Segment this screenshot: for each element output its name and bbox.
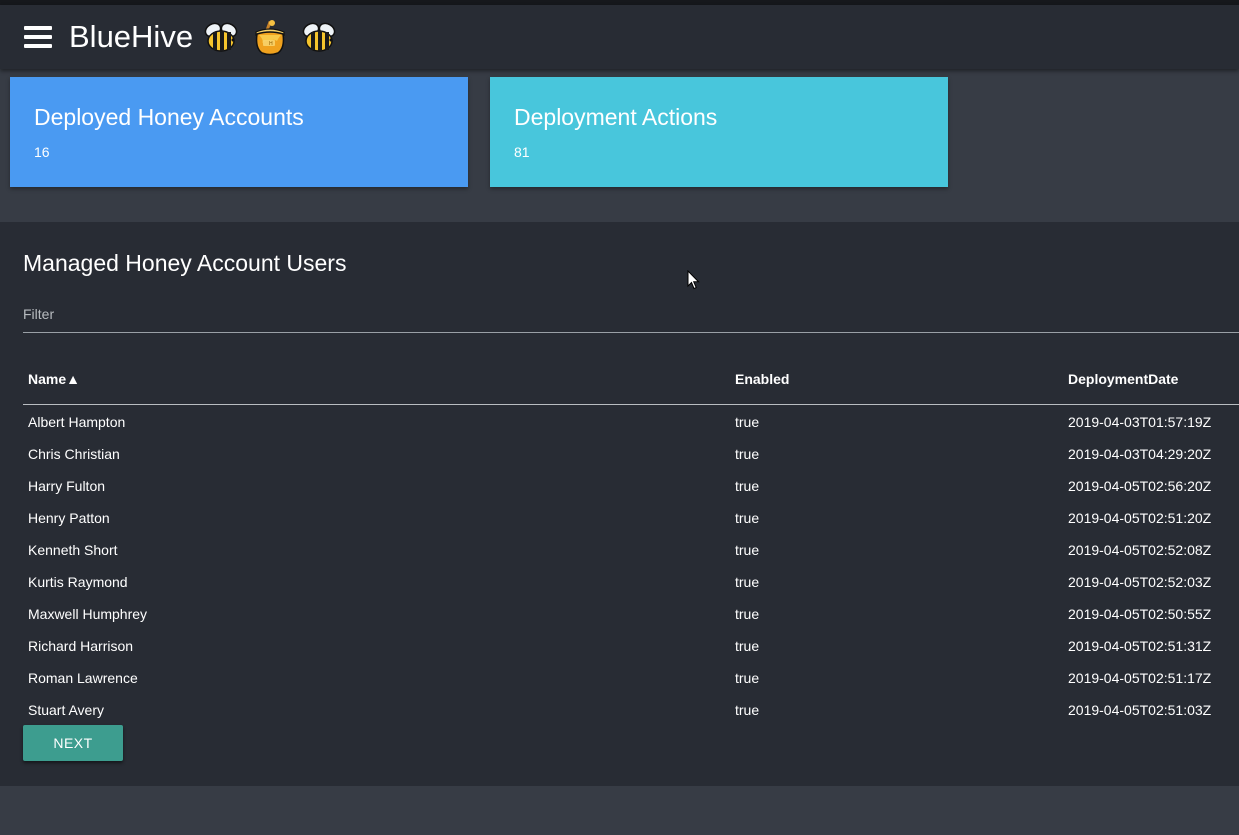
table-row[interactable]: Kenneth Short true 2019-04-05T02:52:08Z	[23, 534, 1239, 566]
deployed-honey-accounts-card[interactable]: Deployed Honey Accounts 16	[10, 77, 468, 187]
card-title: Deployment Actions	[514, 104, 718, 130]
cell-enabled: true	[735, 574, 760, 590]
honey-pot-icon: H	[255, 20, 285, 56]
cell-name: Chris Christian	[28, 446, 120, 462]
cell-enabled: true	[735, 702, 760, 718]
card-value: 16	[34, 144, 50, 160]
cell-enabled: true	[735, 478, 760, 494]
table-row[interactable]: Richard Harrison true 2019-04-05T02:51:3…	[23, 630, 1239, 662]
cell-name: Richard Harrison	[28, 638, 134, 654]
cell-name: Stuart Avery	[28, 702, 105, 718]
table-row[interactable]: Stuart Avery true 2019-04-05T02:51:03Z	[23, 694, 1239, 726]
cell-deployment-date: 2019-04-05T02:52:03Z	[1068, 574, 1212, 590]
cell-name: Albert Hampton	[28, 414, 126, 430]
cell-enabled: true	[735, 670, 760, 686]
cell-deployment-date: 2019-04-05T02:51:03Z	[1068, 702, 1212, 718]
cell-name: Kenneth Short	[28, 542, 118, 558]
cell-enabled: true	[735, 446, 760, 462]
table-row[interactable]: Roman Lawrence true 2019-04-05T02:51:17Z	[23, 662, 1239, 694]
filter-input[interactable]	[23, 300, 1239, 328]
panel-title: Managed Honey Account Users	[23, 250, 347, 276]
next-page-button[interactable]: NEXT	[23, 725, 123, 761]
table-row[interactable]: Henry Patton true 2019-04-05T02:51:20Z	[23, 502, 1239, 534]
cell-enabled: true	[735, 414, 760, 430]
cell-enabled: true	[735, 606, 760, 622]
cell-name: Harry Fulton	[28, 478, 106, 494]
cell-deployment-date: 2019-04-03T01:57:19Z	[1068, 414, 1212, 430]
cell-name: Roman Lawrence	[28, 670, 138, 686]
column-header-enabled[interactable]: Enabled	[735, 370, 789, 388]
table-row[interactable]: Maxwell Humphrey true 2019-04-05T02:50:5…	[23, 598, 1239, 630]
managed-users-panel: Managed Honey Account Users Name▲ Enable…	[0, 222, 1239, 786]
bee-icon	[204, 22, 238, 52]
cell-name: Henry Patton	[28, 510, 110, 526]
app-title: BlueHive	[69, 19, 194, 54]
table-header-divider	[23, 404, 1239, 405]
cell-enabled: true	[735, 638, 760, 654]
svg-text:H: H	[269, 41, 273, 47]
cell-name: Maxwell Humphrey	[28, 606, 148, 622]
mouse-pointer-icon	[687, 270, 700, 290]
card-title: Deployed Honey Accounts	[34, 104, 304, 130]
cell-deployment-date: 2019-04-05T02:50:55Z	[1068, 606, 1212, 622]
deployment-actions-card[interactable]: Deployment Actions 81	[490, 77, 948, 187]
hamburger-menu-icon[interactable]	[24, 25, 52, 49]
cell-deployment-date: 2019-04-03T04:29:20Z	[1068, 446, 1212, 462]
table-row[interactable]: Harry Fulton true 2019-04-05T02:56:20Z	[23, 470, 1239, 502]
column-header-deploymentdate[interactable]: DeploymentDate	[1068, 370, 1178, 388]
cell-deployment-date: 2019-04-05T02:51:31Z	[1068, 638, 1212, 654]
bee-icon	[302, 22, 336, 52]
cell-enabled: true	[735, 542, 760, 558]
cell-deployment-date: 2019-04-05T02:52:08Z	[1068, 542, 1212, 558]
cell-deployment-date: 2019-04-05T02:56:20Z	[1068, 478, 1212, 494]
cell-enabled: true	[735, 510, 760, 526]
table-row[interactable]: Albert Hampton true 2019-04-03T01:57:19Z	[23, 406, 1239, 438]
cell-deployment-date: 2019-04-05T02:51:20Z	[1068, 510, 1212, 526]
table-row[interactable]: Chris Christian true 2019-04-03T04:29:20…	[23, 438, 1239, 470]
app-bar: BlueHive H	[0, 5, 1239, 69]
filter-field[interactable]	[23, 300, 1239, 333]
cell-deployment-date: 2019-04-05T02:51:17Z	[1068, 670, 1212, 686]
card-value: 81	[514, 144, 530, 160]
table-row[interactable]: Kurtis Raymond true 2019-04-05T02:52:03Z	[23, 566, 1239, 598]
cell-name: Kurtis Raymond	[28, 574, 128, 590]
column-header-name[interactable]: Name▲	[28, 370, 80, 388]
